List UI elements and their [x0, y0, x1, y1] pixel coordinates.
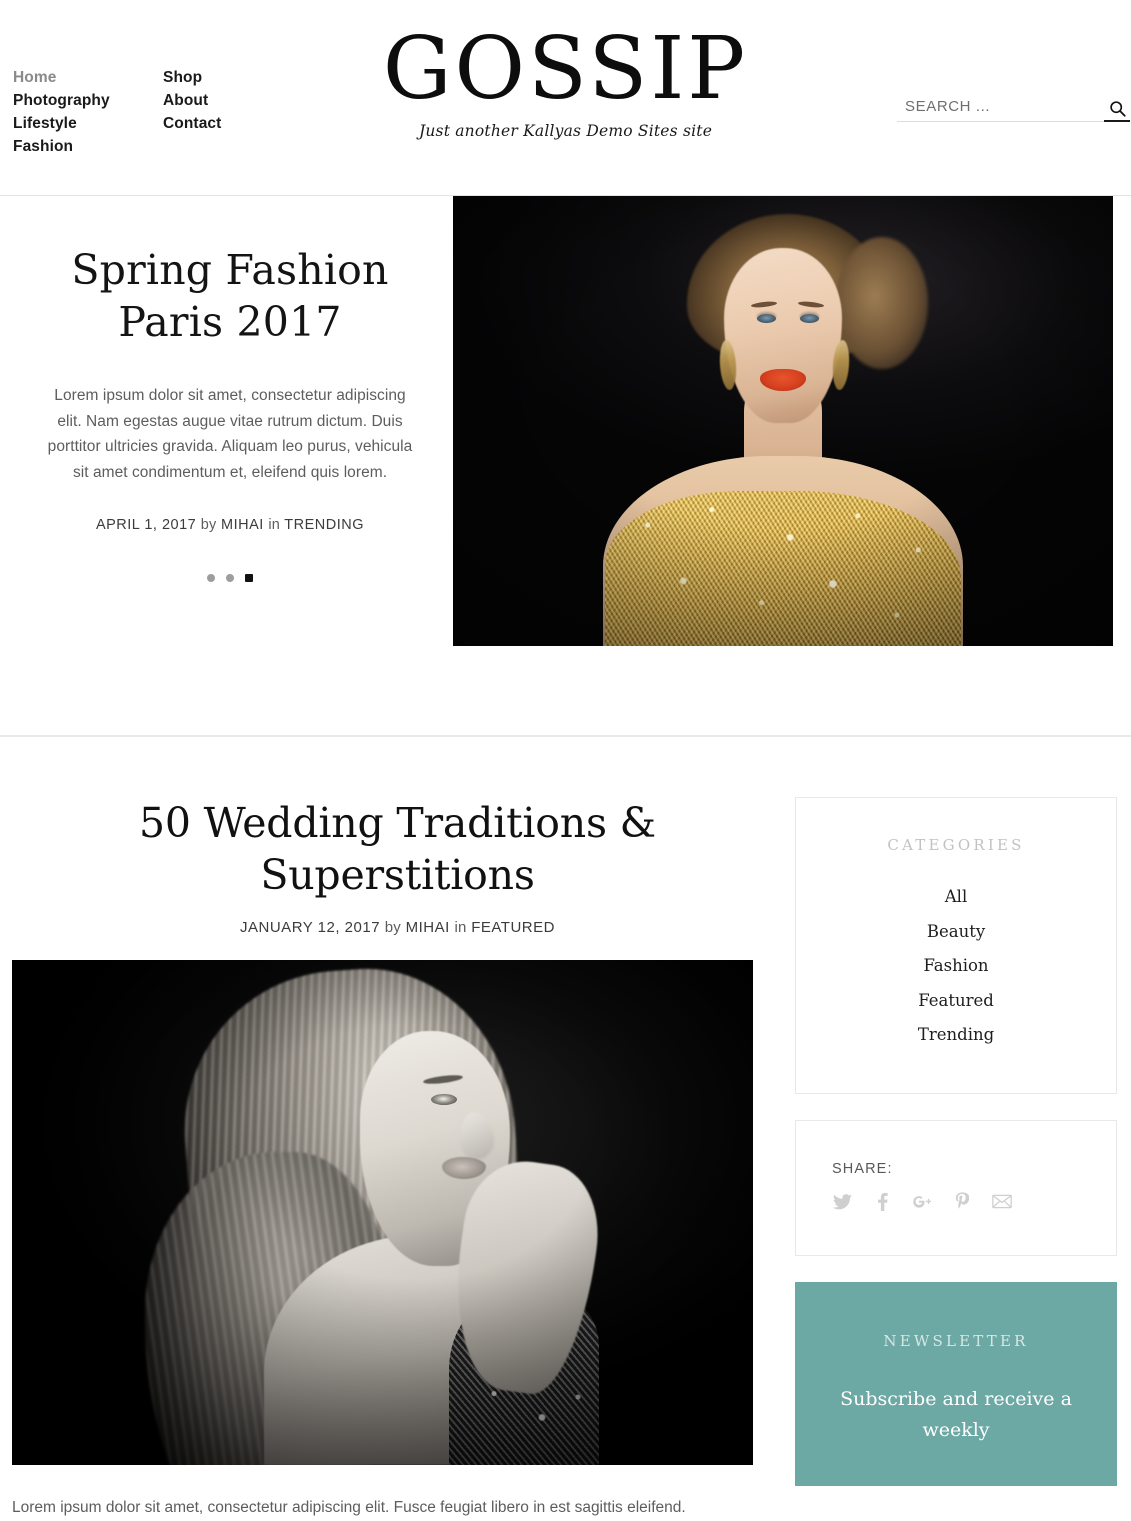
slider-pagination: [40, 574, 420, 582]
email-icon[interactable]: [992, 1191, 1012, 1213]
category-link-all[interactable]: All: [816, 880, 1096, 915]
categories-list: All Beauty Fashion Featured Trending: [816, 880, 1096, 1053]
google-plus-glyph: [913, 1196, 932, 1208]
site-header: Home Photography Lifestyle Fashion Shop …: [0, 0, 1131, 196]
category-link-beauty[interactable]: Beauty: [816, 915, 1096, 950]
share-widget-label: SHARE:: [832, 1160, 893, 1177]
hero-author[interactable]: MIHAI: [221, 517, 264, 533]
hero-slider: Spring Fashion Paris 2017 Lorem ipsum do…: [0, 196, 1131, 736]
hero-in-word: in: [268, 517, 281, 533]
post-author[interactable]: MIHAI: [406, 919, 450, 936]
share-icon-list: [832, 1191, 1080, 1213]
list-item: All: [816, 880, 1096, 915]
main-content-area: 50 Wedding Traditions & Superstitions JA…: [0, 737, 1131, 1521]
hero-text-block: Spring Fashion Paris 2017 Lorem ipsum do…: [40, 244, 420, 533]
twitter-icon[interactable]: [832, 1191, 852, 1213]
widget-share: SHARE:: [795, 1119, 1117, 1256]
facebook-icon[interactable]: [872, 1191, 892, 1213]
hero-meta: APRIL 1, 2017 by MIHAI in TRENDING: [40, 517, 420, 533]
facebook-f-glyph: [877, 1192, 888, 1211]
list-item: Featured: [816, 984, 1096, 1019]
hero-category[interactable]: TRENDING: [284, 517, 364, 533]
hero-by-word: by: [200, 517, 217, 533]
post-featured-image[interactable]: [12, 960, 753, 1465]
search-submit-button[interactable]: [1104, 98, 1130, 122]
hero-featured-image[interactable]: [453, 196, 1113, 646]
post-body-text: Lorem ipsum dolor sit amet, consectetur …: [12, 1499, 686, 1516]
post-column: 50 Wedding Traditions & Superstitions JA…: [0, 797, 795, 1521]
pinterest-icon[interactable]: [952, 1191, 972, 1213]
widget-categories: CATEGORIES All Beauty Fashion Featured T…: [795, 797, 1117, 1094]
categories-widget-title: CATEGORIES: [887, 836, 1025, 854]
hero-image-artwork: [453, 196, 1113, 646]
hero-date: APRIL 1, 2017: [95, 517, 197, 533]
twitter-bird-glyph: [832, 1193, 852, 1209]
post-image-artwork: [12, 960, 753, 1465]
category-link-trending[interactable]: Trending: [816, 1018, 1096, 1053]
widget-newsletter: NEWSLETTER Subscribe and receive a weekl…: [795, 1281, 1117, 1486]
hero-title[interactable]: Spring Fashion Paris 2017: [40, 244, 420, 348]
hero-excerpt: Lorem ipsum dolor sit amet, consectetur …: [47, 387, 413, 481]
sidebar: CATEGORIES All Beauty Fashion Featured T…: [795, 797, 1131, 1486]
post-title[interactable]: 50 Wedding Traditions & Superstitions: [0, 797, 795, 901]
slider-dot-2[interactable]: [226, 574, 234, 582]
category-link-featured[interactable]: Featured: [816, 984, 1096, 1019]
search-input[interactable]: [897, 98, 1104, 117]
newsletter-widget-title: NEWSLETTER: [883, 1331, 1029, 1350]
post-category[interactable]: FEATURED: [471, 919, 555, 936]
slider-dot-1[interactable]: [207, 574, 215, 582]
pinterest-p-glyph: [955, 1192, 969, 1209]
search-form: [897, 98, 1130, 122]
post-date: JANUARY 12, 2017: [240, 919, 381, 936]
list-item: Fashion: [816, 949, 1096, 984]
site-tagline: Just another Kallyas Demo Sites site: [418, 122, 713, 140]
post-in-word: in: [454, 919, 467, 936]
category-link-fashion[interactable]: Fashion: [816, 949, 1096, 984]
site-branding[interactable]: GOSSIP Just another Kallyas Demo Sites s…: [0, 22, 1131, 140]
envelope-glyph: [992, 1194, 1012, 1209]
post-by-word: by: [384, 919, 401, 936]
slider-dot-3[interactable]: [245, 574, 253, 582]
post-article: 50 Wedding Traditions & Superstitions JA…: [0, 797, 795, 1521]
google-plus-icon[interactable]: [912, 1191, 932, 1213]
search-icon: [1109, 100, 1126, 117]
post-meta: JANUARY 12, 2017 by MIHAI in FEATURED: [0, 919, 795, 936]
list-item: Beauty: [816, 915, 1096, 950]
newsletter-copy: Subscribe and receive a weekly: [840, 1387, 1072, 1441]
list-item: Trending: [816, 1018, 1096, 1053]
